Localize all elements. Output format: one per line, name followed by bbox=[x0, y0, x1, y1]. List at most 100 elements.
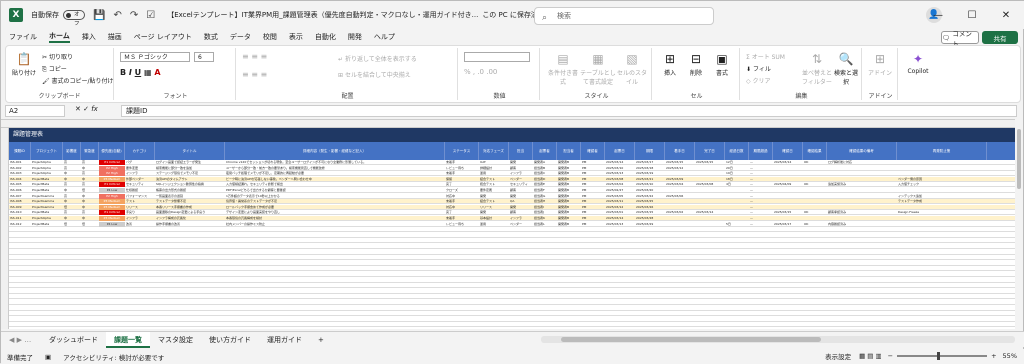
table-cell[interactable]: 顧客 bbox=[509, 166, 533, 171]
column-header[interactable]: 完了日 bbox=[695, 142, 725, 160]
table-cell[interactable]: 結合テスト bbox=[479, 177, 509, 182]
table-cell[interactable]: 中 bbox=[81, 216, 99, 221]
zoom-knob[interactable] bbox=[937, 352, 941, 360]
tab-formulas[interactable]: 数式 bbox=[204, 32, 218, 42]
table-cell[interactable] bbox=[695, 199, 725, 204]
table-cell[interactable]: 低 bbox=[63, 222, 81, 227]
sheet-title[interactable]: 課題管理表 bbox=[9, 128, 1015, 142]
table-cell[interactable]: PM bbox=[581, 177, 605, 182]
table-cell[interactable]: 開発 bbox=[509, 160, 533, 165]
table-cell[interactable]: 2025/03/08 bbox=[695, 182, 725, 187]
horizontal-scrollbar[interactable] bbox=[541, 336, 1015, 343]
table-cell[interactable]: 要件変更 bbox=[125, 166, 155, 171]
table-cell[interactable]: セキュリティ bbox=[509, 182, 533, 187]
table-row[interactable] bbox=[9, 283, 1015, 289]
table-cell[interactable] bbox=[827, 188, 897, 193]
table-cell[interactable]: 結合テスト bbox=[479, 199, 509, 204]
table-cell[interactable] bbox=[803, 194, 827, 199]
table-cell[interactable] bbox=[665, 188, 695, 193]
addins-button[interactable]: ⊞ アドイン bbox=[866, 52, 894, 77]
table-row[interactable] bbox=[9, 266, 1015, 272]
table-cell[interactable] bbox=[695, 216, 725, 221]
table-cell[interactable]: 統合テスト bbox=[479, 182, 509, 187]
table-cell[interactable]: — bbox=[749, 188, 773, 193]
zoom-in-icon[interactable]: + bbox=[991, 352, 996, 360]
table-cell[interactable]: 本番環境の冗長構成を検討 bbox=[225, 216, 445, 221]
table-cell[interactable]: ProjectBeta bbox=[31, 210, 63, 215]
table-cell[interactable]: P2 High bbox=[99, 193, 125, 199]
table-cell[interactable]: P3 Medium bbox=[99, 204, 125, 210]
column-header[interactable]: 対応フェーズ bbox=[479, 142, 509, 160]
table-cell[interactable]: — bbox=[749, 222, 773, 227]
font-size-select[interactable]: 6 bbox=[194, 52, 214, 62]
table-cell[interactable]: 2025/03/25 bbox=[635, 199, 665, 204]
table-cell[interactable]: PM bbox=[581, 188, 605, 193]
table-row[interactable]: ISS-004 ProjectBeta 中中 P3 Medium 外部ベンダー 決済API… bbox=[9, 176, 1015, 182]
column-header[interactable]: 課題ID bbox=[9, 142, 31, 160]
table-cell[interactable]: 2025/04/09 bbox=[773, 182, 803, 187]
table-cell[interactable] bbox=[773, 205, 803, 210]
table-cell[interactable]: 18日 bbox=[725, 177, 749, 182]
table-cell[interactable]: P1 Critical bbox=[99, 210, 125, 216]
table-cell[interactable]: セキュリティ bbox=[125, 182, 155, 187]
table-cell[interactable]: ProjectBeta bbox=[31, 177, 63, 182]
table-cell[interactable]: 高 bbox=[63, 182, 81, 187]
table-cell[interactable]: 担当者D bbox=[533, 177, 557, 182]
table-cell[interactable]: インフラ構成の冗長化 bbox=[155, 216, 225, 221]
table-cell[interactable]: 高 bbox=[63, 160, 81, 165]
table-cell[interactable] bbox=[725, 188, 749, 193]
table-cell[interactable]: 12日 bbox=[725, 160, 749, 165]
table-cell[interactable]: PM bbox=[581, 160, 605, 165]
table-cell[interactable] bbox=[803, 166, 827, 171]
table-cell[interactable]: P3 Medium bbox=[99, 199, 125, 205]
table-cell[interactable]: 2025/03/04 bbox=[605, 182, 635, 187]
table-cell[interactable]: レビュー待ち bbox=[445, 166, 479, 171]
accessibility-status[interactable]: アクセシビリティ: 検討が必要です bbox=[63, 352, 164, 362]
table-cell[interactable]: ProjectAlpha bbox=[31, 171, 63, 176]
table-cell[interactable]: P1 Critical bbox=[99, 182, 125, 188]
table-cell[interactable]: ISS-006 bbox=[9, 188, 31, 193]
table-cell[interactable]: 仕様確認 bbox=[125, 188, 155, 193]
table-cell[interactable]: SQLインジェクション脆弱性の指摘 bbox=[155, 182, 225, 187]
vertical-scrollbar[interactable] bbox=[1015, 119, 1023, 329]
table-cell[interactable] bbox=[665, 205, 695, 210]
table-cell[interactable] bbox=[665, 171, 695, 176]
table-cell[interactable] bbox=[695, 222, 725, 227]
table-cell[interactable]: 中 bbox=[63, 216, 81, 221]
search-box[interactable]: ⌕ 検索 bbox=[534, 7, 714, 25]
table-cell[interactable] bbox=[803, 177, 827, 182]
table-cell[interactable]: ProjectGamma bbox=[31, 194, 63, 199]
table-cell[interactable]: 2025/03/14 bbox=[773, 160, 803, 165]
column-header[interactable]: 着手日 bbox=[665, 142, 695, 160]
zoom-out-icon[interactable]: − bbox=[888, 352, 893, 360]
table-cell[interactable]: 2025/03/20 bbox=[635, 188, 665, 193]
spreadsheet-grid[interactable]: 課題管理表 課題ID プロジェクト 影響度 緊急度 優先度(自動) カテゴリ タイトル 詳細内… bbox=[1, 119, 1015, 329]
table-cell[interactable] bbox=[827, 166, 897, 171]
table-row[interactable]: ISS-008 ProjectGamma 中中 P3 Medium テスト テストデータ整… bbox=[9, 199, 1015, 205]
table-row[interactable] bbox=[9, 261, 1015, 266]
table-cell[interactable]: 中 bbox=[63, 188, 81, 193]
table-cell[interactable] bbox=[773, 216, 803, 221]
table-cell[interactable]: ProjectAlpha bbox=[31, 166, 63, 171]
table-cell[interactable]: 運用 bbox=[479, 171, 509, 176]
table-cell[interactable]: 2025/03/10 bbox=[635, 182, 665, 187]
copilot-button[interactable]: ✦ Copilot bbox=[904, 52, 932, 75]
table-row[interactable] bbox=[9, 255, 1015, 261]
table-cell[interactable]: 開発者B bbox=[557, 171, 581, 176]
table-cell[interactable] bbox=[695, 188, 725, 193]
table-cell[interactable]: 2025/03/22 bbox=[635, 194, 665, 199]
table-cell[interactable]: 2025/03/02 bbox=[665, 210, 695, 215]
table-cell[interactable]: 1万件超のデータ表示で10秒以上かかる bbox=[225, 194, 445, 199]
table-cell[interactable] bbox=[695, 166, 725, 171]
table-cell[interactable] bbox=[803, 199, 827, 204]
table-cell[interactable]: 開発 bbox=[479, 210, 509, 215]
table-cell[interactable] bbox=[725, 205, 749, 210]
table-cell[interactable] bbox=[897, 205, 987, 210]
table-cell[interactable]: — bbox=[749, 216, 773, 221]
table-cell[interactable]: テスト bbox=[125, 199, 155, 204]
table-cell[interactable]: 顧客 bbox=[509, 188, 533, 193]
tab-page-layout[interactable]: ページ レイアウト bbox=[134, 32, 192, 42]
table-cell[interactable]: ユーザーから部分一致・前方一致の要望あり。検索機能見直しで機能改修 bbox=[225, 166, 445, 171]
table-cell[interactable]: デザイン変更により画面実装をやり直し bbox=[225, 210, 445, 215]
table-row[interactable]: ISS-009 ProjectGamma 低中 P3 Medium リリース 本番リリース… bbox=[9, 204, 1015, 210]
